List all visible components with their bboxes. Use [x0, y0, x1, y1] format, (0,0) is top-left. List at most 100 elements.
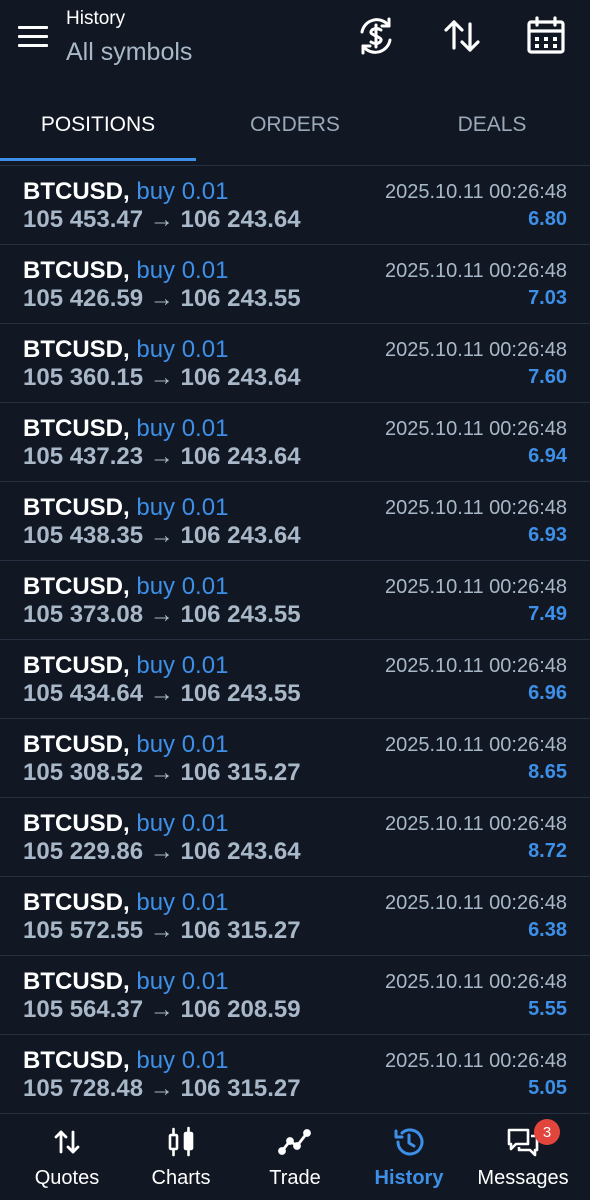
- position-time: 2025.10.11 00:26:48: [384, 418, 567, 440]
- position-time: 2025.10.11 00:26:48: [384, 260, 567, 282]
- position-row[interactable]: BTCUSD, buy 0.01 105 426.59 → 106 243.55 2…: [0, 245, 590, 324]
- position-row[interactable]: BTCUSD, buy 0.01 105 437.23 → 106 243.64 2…: [0, 403, 590, 482]
- open-price: 105 453.47: [23, 206, 144, 233]
- sort-arrows-icon[interactable]: [440, 14, 484, 58]
- position-symbol-line: BTCUSD, buy 0.01: [23, 415, 228, 443]
- position-prices: 105 229.86 → 106 243.64: [23, 838, 301, 866]
- position-prices: 105 360.15 → 106 243.64: [23, 364, 301, 392]
- close-price: 106 243.55: [180, 680, 301, 707]
- nav-quotes[interactable]: Quotes: [28, 1115, 106, 1200]
- position-row[interactable]: BTCUSD, buy 0.01 105 728.48 → 106 315.27 2…: [0, 1035, 590, 1114]
- position-row[interactable]: BTCUSD, buy 0.01 105 453.47 → 106 243.64 2…: [0, 166, 590, 245]
- position-time: 2025.10.11 00:26:48: [384, 892, 567, 914]
- close-price: 106 243.55: [180, 285, 301, 312]
- position-prices: 105 453.47 → 106 243.64: [23, 206, 301, 234]
- position-profit: 6.80: [528, 208, 567, 230]
- position-symbol: BTCUSD,: [23, 257, 130, 284]
- nav-charts[interactable]: Charts: [144, 1115, 218, 1200]
- position-profit: 8.65: [528, 761, 567, 783]
- position-side-volume: buy 0.01: [136, 889, 229, 916]
- nav-messages[interactable]: 3 Messages: [474, 1115, 572, 1200]
- position-symbol: BTCUSD,: [23, 336, 130, 363]
- close-price: 106 243.64: [180, 206, 301, 233]
- position-row[interactable]: BTCUSD, buy 0.01 105 434.64 → 106 243.55 2…: [0, 640, 590, 719]
- symbol-filter[interactable]: All symbols: [66, 38, 192, 67]
- position-symbol-line: BTCUSD, buy 0.01: [23, 731, 228, 759]
- nav-history[interactable]: History: [368, 1115, 450, 1200]
- position-row[interactable]: BTCUSD, buy 0.01 105 373.08 → 106 243.55 2…: [0, 561, 590, 640]
- position-symbol: BTCUSD,: [23, 968, 130, 995]
- open-price: 105 438.35: [23, 522, 144, 549]
- open-price: 105 229.86: [23, 838, 144, 865]
- candlestick-chart-icon: [164, 1125, 198, 1159]
- open-price: 105 572.55: [23, 917, 144, 944]
- position-row[interactable]: BTCUSD, buy 0.01 105 308.52 → 106 315.27 2…: [0, 719, 590, 798]
- position-symbol-line: BTCUSD, buy 0.01: [23, 573, 228, 601]
- close-price: 106 208.59: [180, 996, 301, 1023]
- top-app-bar: History All symbols: [0, 0, 590, 90]
- active-tab-indicator: [0, 158, 196, 161]
- tab-positions[interactable]: POSITIONS: [0, 90, 196, 160]
- position-prices: 105 426.59 → 106 243.55: [23, 285, 301, 313]
- position-symbol-line: BTCUSD, buy 0.01: [23, 889, 228, 917]
- close-price: 106 315.27: [180, 759, 301, 786]
- nav-charts-label: Charts: [151, 1167, 211, 1189]
- position-side-volume: buy 0.01: [136, 336, 229, 363]
- open-price: 105 360.15: [23, 364, 144, 391]
- position-symbol: BTCUSD,: [23, 178, 130, 205]
- positions-list[interactable]: BTCUSD, buy 0.01 105 453.47 → 106 243.64 2…: [0, 166, 590, 1114]
- position-row[interactable]: BTCUSD, buy 0.01 105 572.55 → 106 315.27 2…: [0, 877, 590, 956]
- position-symbol-line: BTCUSD, buy 0.01: [23, 968, 228, 996]
- position-prices: 105 308.52 → 106 315.27: [23, 759, 301, 787]
- position-symbol-line: BTCUSD, buy 0.01: [23, 1047, 228, 1075]
- quotes-arrows-icon: [50, 1125, 84, 1159]
- price-arrow-icon: →: [149, 759, 174, 786]
- position-side-volume: buy 0.01: [136, 810, 229, 837]
- price-arrow-icon: →: [149, 996, 174, 1023]
- position-profit: 7.60: [528, 366, 567, 388]
- position-symbol: BTCUSD,: [23, 652, 130, 679]
- position-time: 2025.10.11 00:26:48: [384, 971, 567, 993]
- tab-orders[interactable]: ORDERS: [197, 90, 393, 160]
- price-arrow-icon: →: [149, 601, 174, 628]
- position-time: 2025.10.11 00:26:48: [384, 734, 567, 756]
- close-price: 106 243.64: [180, 364, 301, 391]
- position-row[interactable]: BTCUSD, buy 0.01 105 564.37 → 106 208.59 2…: [0, 956, 590, 1035]
- position-side-volume: buy 0.01: [136, 652, 229, 679]
- tab-deals[interactable]: DEALS: [394, 90, 590, 160]
- position-time: 2025.10.11 00:26:48: [384, 655, 567, 677]
- price-arrow-icon: →: [149, 364, 174, 391]
- position-time: 2025.10.11 00:26:48: [384, 339, 567, 361]
- position-side-volume: buy 0.01: [136, 731, 229, 758]
- close-price: 106 315.27: [180, 917, 301, 944]
- price-arrow-icon: →: [149, 285, 174, 312]
- position-side-volume: buy 0.01: [136, 415, 229, 442]
- history-clock-icon: [392, 1125, 426, 1159]
- calendar-icon[interactable]: [524, 14, 568, 58]
- position-profit: 6.38: [528, 919, 567, 941]
- position-symbol-line: BTCUSD, buy 0.01: [23, 494, 228, 522]
- nav-trade[interactable]: Trade: [260, 1115, 330, 1200]
- position-time: 2025.10.11 00:26:48: [384, 1050, 567, 1072]
- position-time: 2025.10.11 00:26:48: [384, 813, 567, 835]
- position-time: 2025.10.11 00:26:48: [384, 181, 567, 203]
- position-profit: 5.05: [528, 1077, 567, 1099]
- price-arrow-icon: →: [149, 917, 174, 944]
- open-price: 105 308.52: [23, 759, 144, 786]
- currency-exchange-icon[interactable]: [354, 14, 398, 58]
- position-symbol-line: BTCUSD, buy 0.01: [23, 178, 228, 206]
- position-prices: 105 373.08 → 106 243.55: [23, 601, 301, 629]
- nav-quotes-label: Quotes: [34, 1167, 100, 1189]
- close-price: 106 315.27: [180, 1075, 301, 1102]
- position-row[interactable]: BTCUSD, buy 0.01 105 229.86 → 106 243.64 2…: [0, 798, 590, 877]
- position-symbol: BTCUSD,: [23, 731, 130, 758]
- position-symbol-line: BTCUSD, buy 0.01: [23, 257, 228, 285]
- hamburger-menu-icon[interactable]: [18, 26, 48, 48]
- messages-count-badge: 3: [534, 1119, 560, 1145]
- position-prices: 105 438.35 → 106 243.64: [23, 522, 301, 550]
- position-row[interactable]: BTCUSD, buy 0.01 105 360.15 → 106 243.64 2…: [0, 324, 590, 403]
- position-row[interactable]: BTCUSD, buy 0.01 105 438.35 → 106 243.64 2…: [0, 482, 590, 561]
- position-symbol-line: BTCUSD, buy 0.01: [23, 652, 228, 680]
- position-side-volume: buy 0.01: [136, 178, 229, 205]
- price-arrow-icon: →: [149, 680, 174, 707]
